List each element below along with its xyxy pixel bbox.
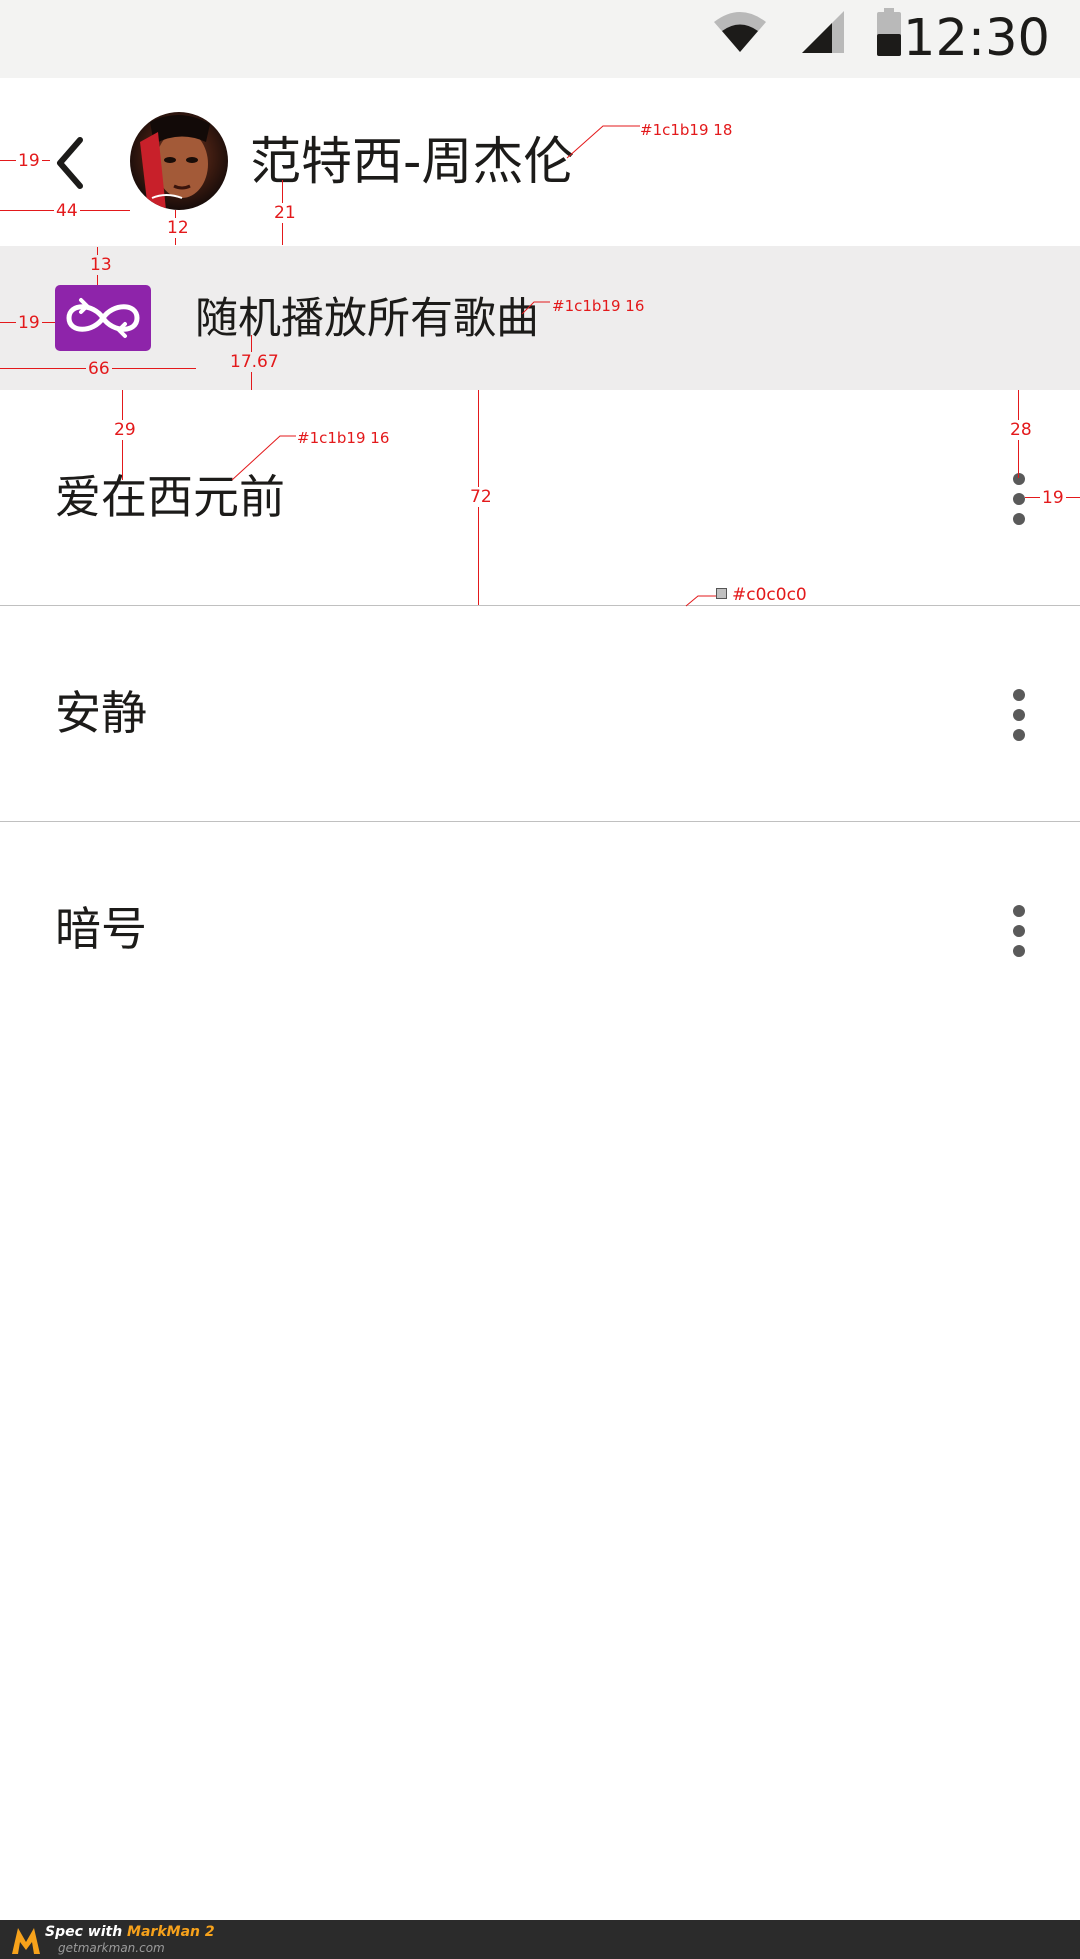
spec-leader [231, 435, 296, 481]
spec-dim: 72 [468, 487, 494, 507]
song-row[interactable] [0, 822, 1080, 1037]
spec-color-title: #1c1b19 18 [640, 121, 733, 139]
spec-dim: 44 [54, 201, 80, 221]
spec-dim: 17.67 [228, 352, 281, 372]
song-title: 安静 [55, 686, 147, 740]
spec-leader [566, 125, 640, 159]
footer-text: Spec with MarkMan 2 [45, 1924, 215, 1940]
album-cover-icon [130, 112, 228, 210]
spec-color-shuffle: #1c1b19 16 [552, 297, 645, 315]
markman-logo-icon [12, 1928, 40, 1954]
spec-dim: 13 [88, 255, 114, 275]
spec-dim: 19 [16, 313, 42, 333]
shuffle-infinity-icon [55, 285, 151, 351]
spec-dim: 28 [1008, 420, 1034, 440]
back-button[interactable] [52, 136, 88, 190]
spec-color-divider: #c0c0c0 [732, 585, 807, 605]
more-options-button[interactable] [1004, 683, 1034, 747]
footer-prefix: Spec with [45, 1924, 128, 1940]
status-time: 12:30 [903, 9, 1050, 68]
spec-color-song: #1c1b19 16 [297, 429, 390, 447]
spec-leader [521, 301, 550, 315]
more-options-button[interactable] [1004, 467, 1034, 531]
wifi-icon [714, 12, 766, 52]
spec-dim: 19 [1040, 488, 1066, 508]
avatar [130, 112, 228, 210]
spec-dim: 12 [165, 218, 191, 238]
spec-dim: 21 [272, 203, 298, 223]
footer-site: getmarkman.com [58, 1941, 165, 1955]
cell-signal-icon [802, 11, 844, 53]
shuffle-all-label: 随机播放所有歌曲 [195, 294, 539, 344]
spec-dim: 19 [16, 151, 42, 171]
page-title: 范特西-周杰伦 [250, 133, 575, 192]
spec-dim: 29 [112, 420, 138, 440]
song-title: 暗号 [55, 902, 147, 956]
more-options-button[interactable] [1004, 899, 1034, 963]
song-row[interactable] [0, 606, 1080, 821]
footer-brand: MarkMan 2 [127, 1924, 215, 1940]
spec-dim: 66 [86, 359, 112, 379]
spec-leader [685, 595, 716, 607]
battery-icon [877, 8, 901, 56]
